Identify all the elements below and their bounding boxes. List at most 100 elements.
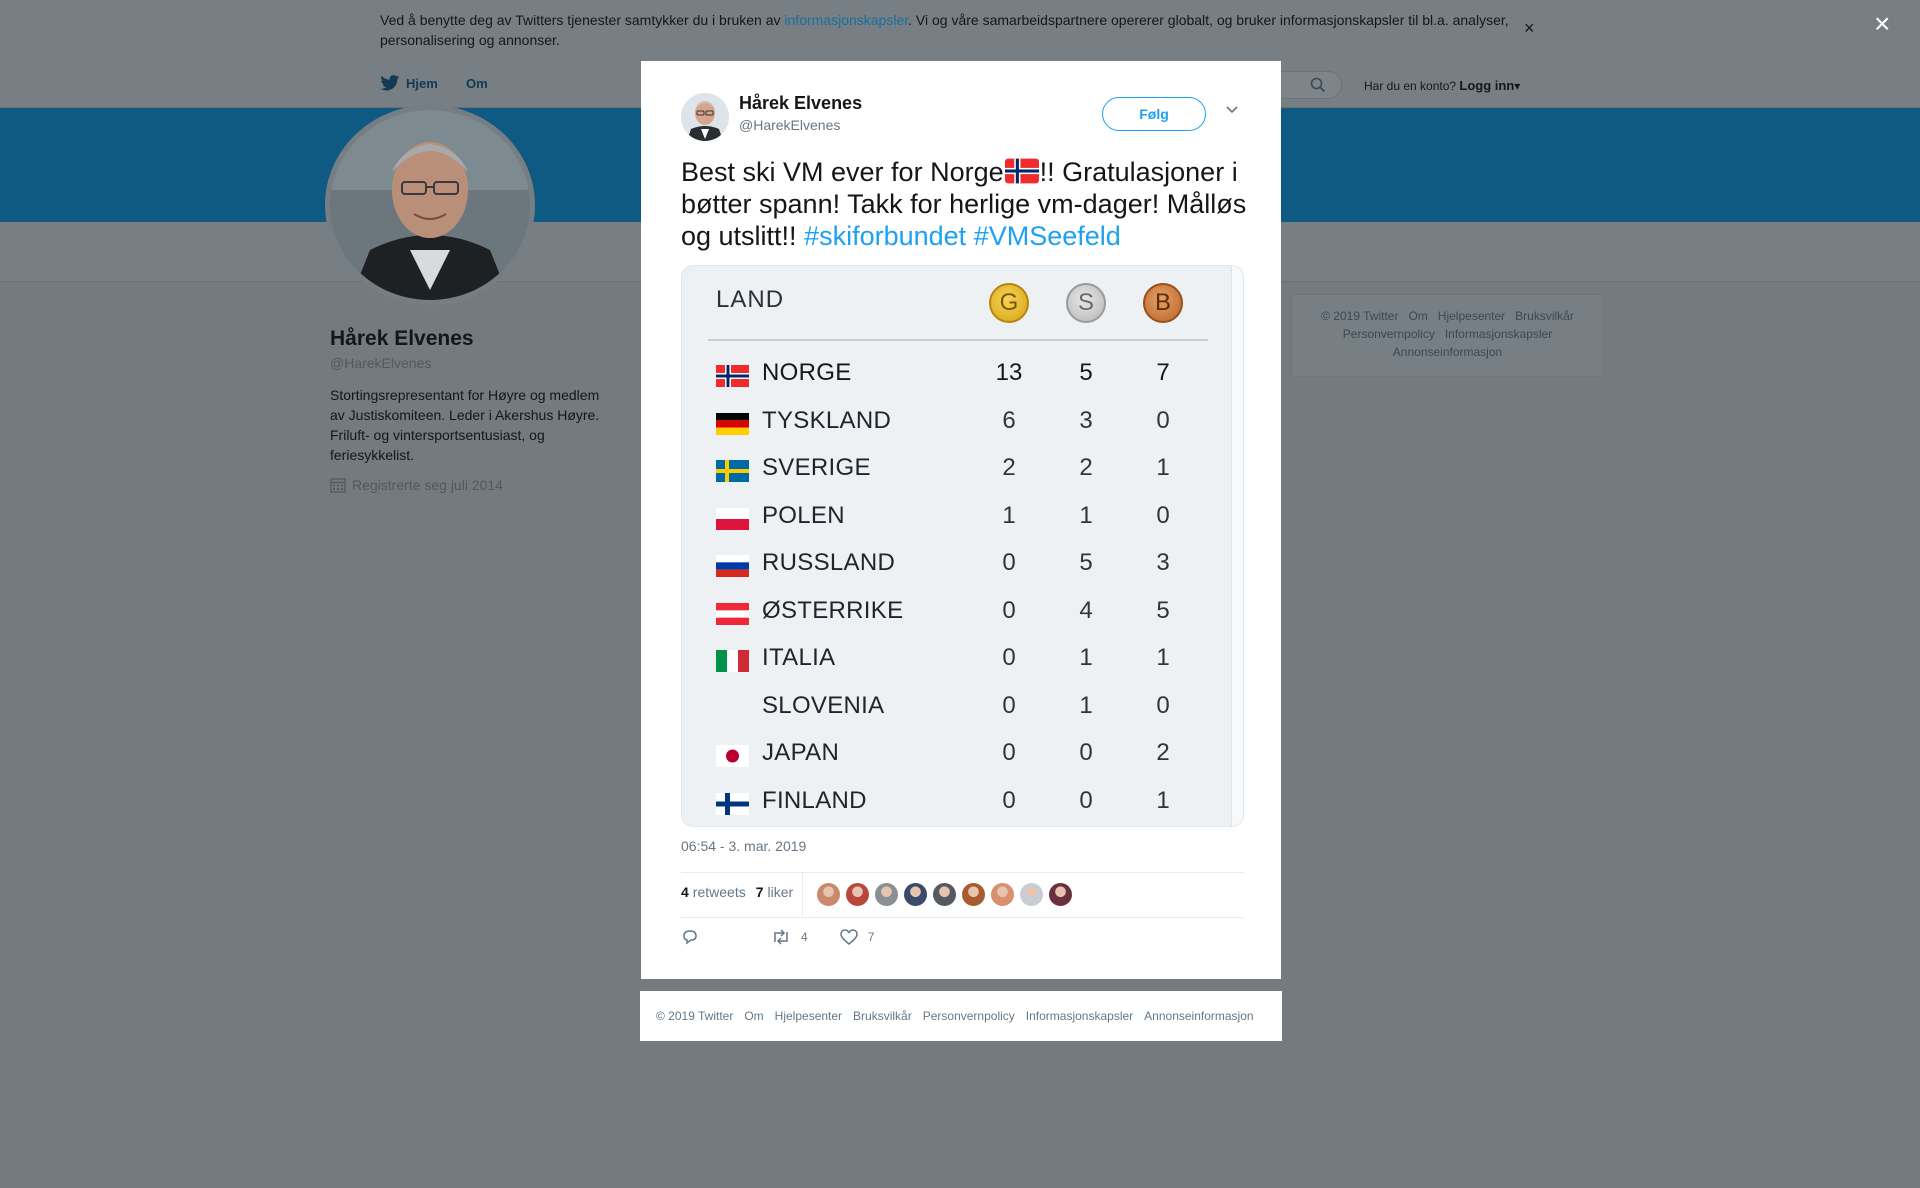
country-name: POLEN — [762, 501, 845, 529]
liker-avatar[interactable] — [1019, 882, 1044, 907]
medal-table-row: ØSTERRIKE 0 4 5 — [682, 589, 1230, 636]
silver-count: 5 — [1079, 549, 1093, 576]
footer-link-cookies[interactable]: Informasjonskapsler — [1445, 327, 1552, 341]
country-name: SLOVENIA — [762, 691, 885, 719]
silver-count: 2 — [1079, 454, 1093, 481]
gold-count: 0 — [1002, 644, 1016, 671]
footer-link-privacy[interactable]: Personvernpolicy — [1343, 327, 1435, 341]
chevron-down-icon[interactable] — [1225, 105, 1239, 115]
footer-link-about[interactable]: Om — [744, 1009, 763, 1023]
country-name: JAPAN — [762, 739, 840, 766]
retweet-count: 4 — [801, 930, 808, 944]
login-link[interactable]: Logg inn — [1459, 78, 1514, 93]
modal-footer: © 2019 Twitter Om Hjelpesenter Bruksvilk… — [640, 991, 1282, 1041]
reply-icon — [683, 930, 697, 945]
profile-joined: Registrerte seg juli 2014 — [330, 477, 503, 493]
footer-link-privacy[interactable]: Personvernpolicy — [923, 1009, 1015, 1023]
side-footer: © 2019 Twitter Om Hjelpesenter Bruksvilkår … — [1291, 294, 1604, 377]
medal-table-row: JAPAN 0 0 2 — [682, 731, 1230, 778]
footer-link-help[interactable]: Hjelpesenter — [1438, 309, 1505, 323]
liker-avatar[interactable] — [816, 882, 841, 907]
bronze-count: 5 — [1156, 596, 1170, 624]
divider — [802, 873, 803, 918]
profile-handle[interactable]: @HarekElvenes — [330, 355, 431, 371]
tweet-timestamp[interactable]: 06:54 - 3. mar. 2019 — [681, 838, 806, 854]
gold-count: 6 — [1002, 406, 1016, 434]
likes-stat[interactable]: 7 liker — [756, 884, 793, 900]
flag-poland-icon — [716, 507, 749, 530]
image-scrollbar — [1231, 266, 1243, 826]
nav-home-link[interactable]: Hjem — [380, 75, 438, 91]
liker-avatar[interactable] — [961, 882, 986, 907]
footer-link-cookies[interactable]: Informasjonskapsler — [1026, 1009, 1133, 1023]
hashtag-link[interactable]: #skiforbundet — [804, 221, 966, 251]
gold-count: 13 — [995, 359, 1023, 386]
medal-table-header: LAND — [716, 286, 785, 313]
profile-bio: Stortingsrepresentant for Høyre og medle… — [330, 387, 600, 463]
heart-icon — [839, 929, 858, 945]
bronze-count: 3 — [1156, 549, 1170, 576]
like-count: 7 — [867, 930, 875, 944]
cookie-policy-link[interactable]: informasjonskapsler — [784, 12, 908, 28]
follow-button[interactable]: Følg — [1102, 97, 1206, 131]
silver-count: 1 — [1079, 691, 1093, 719]
silver-count: 3 — [1079, 406, 1093, 434]
silver-medal-icon: S — [1066, 283, 1106, 323]
search-icon[interactable] — [1310, 77, 1326, 93]
profile-name[interactable]: Hårek Elvenes — [330, 327, 474, 351]
bronze-count: 1 — [1156, 454, 1170, 481]
gold-count: 0 — [1002, 786, 1016, 814]
footer-link-about[interactable]: Om — [1408, 309, 1427, 323]
reply-button[interactable] — [681, 928, 709, 946]
gold-medal-icon: G — [989, 283, 1029, 323]
footer-link-ads[interactable]: Annonseinformasjon — [1144, 1009, 1253, 1023]
flag-russia-icon — [716, 555, 749, 577]
liker-avatar[interactable] — [903, 882, 928, 907]
divider — [708, 339, 1208, 341]
silver-count: 4 — [1079, 596, 1093, 624]
hashtag-link[interactable]: #VMSeefeld — [974, 221, 1121, 251]
like-button[interactable]: 7 — [839, 929, 875, 945]
footer-link-ads[interactable]: Annonseinformasjon — [1393, 345, 1502, 359]
cookie-close-button[interactable]: × — [1524, 18, 1535, 39]
bronze-count: 2 — [1156, 739, 1170, 766]
bronze-count: 1 — [1156, 786, 1170, 814]
footer-link-help[interactable]: Hjelpesenter — [775, 1009, 842, 1023]
nav-about-link[interactable]: Om — [466, 76, 488, 91]
calendar-icon — [330, 478, 346, 493]
retweets-stat[interactable]: 4 retweets — [681, 884, 746, 900]
liker-avatar[interactable] — [874, 882, 899, 907]
author-handle[interactable]: @HarekElvenes — [739, 117, 840, 133]
modal-close-button[interactable]: × — [1874, 10, 1890, 38]
medal-table-row: NORGE 13 5 7 — [682, 351, 1230, 398]
login-area: Har du en konto? Logg inn▾ — [1364, 78, 1520, 93]
author-avatar[interactable] — [681, 93, 729, 141]
profile-avatar[interactable] — [325, 105, 535, 305]
flag-norway-icon — [716, 365, 749, 387]
author-name[interactable]: Hårek Elvenes — [739, 93, 862, 114]
silver-count: 0 — [1079, 786, 1093, 814]
nav-home-label: Hjem — [406, 75, 438, 91]
bronze-count: 7 — [1156, 359, 1170, 386]
flag-sweden-icon — [716, 460, 749, 482]
liker-avatars — [816, 882, 1077, 907]
footer-link-terms[interactable]: Bruksvilkår — [1515, 309, 1574, 323]
flag-finland-icon — [716, 792, 749, 815]
liker-avatar[interactable] — [1048, 882, 1073, 907]
cookie-text: Ved å benytte deg av Twitters tjenester … — [380, 12, 1509, 48]
retweet-button[interactable]: 4 — [771, 929, 808, 945]
liker-avatar[interactable] — [990, 882, 1015, 907]
footer-link-terms[interactable]: Bruksvilkår — [853, 1009, 912, 1023]
flag-germany-icon — [716, 412, 749, 435]
liker-avatar[interactable] — [932, 882, 957, 907]
silver-count: 1 — [1079, 501, 1093, 529]
liker-avatar[interactable] — [845, 882, 870, 907]
gold-count: 1 — [1002, 501, 1016, 529]
has-account-label: Har du en konto? — [1364, 79, 1457, 93]
bronze-count: 0 — [1156, 406, 1170, 434]
bronze-count: 1 — [1156, 644, 1170, 671]
gold-count: 0 — [1002, 691, 1016, 719]
country-name: ØSTERRIKE — [762, 596, 904, 624]
medal-table-image[interactable]: LAND G S B NORGE 13 5 7 TYSKLAND 6 3 0 SVERIGE 2 2… — [681, 265, 1244, 827]
medal-table-row: RUSSLAND 0 5 3 — [682, 541, 1230, 588]
